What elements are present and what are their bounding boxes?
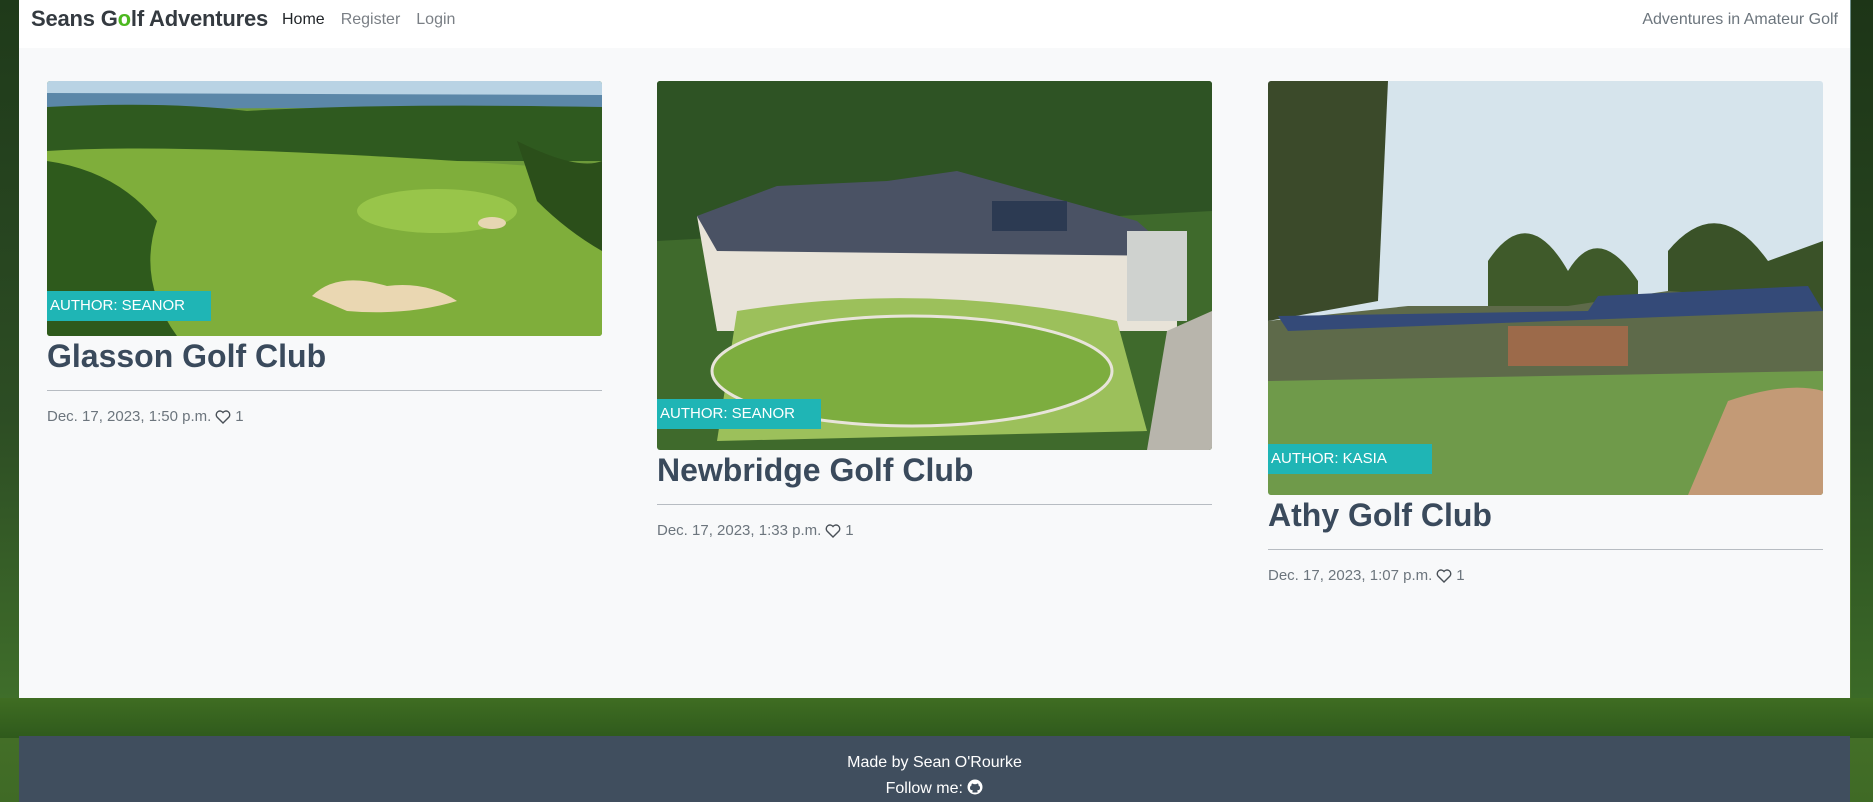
site-tagline: Adventures in Amateur Golf <box>1642 11 1838 28</box>
post-card[interactable]: AUTHOR: KASIA Athy Golf Club Dec. 17, 20… <box>1268 81 1823 584</box>
like-count: 1 <box>235 408 244 425</box>
heart-icon[interactable] <box>215 409 231 425</box>
main-container: Seans Golf Adventures Home Register Logi… <box>19 0 1850 698</box>
like-count: 1 <box>1456 567 1465 584</box>
like-count: 1 <box>845 522 854 539</box>
author-badge: AUTHOR: SEANOR <box>47 291 211 321</box>
nav-home[interactable]: Home <box>282 11 325 29</box>
heart-icon[interactable] <box>825 523 841 539</box>
post-title[interactable]: Newbridge Golf Club <box>657 450 1212 490</box>
footer: Made by Sean O'Rourke Follow me: <box>19 736 1850 802</box>
background-trees-right <box>1851 0 1873 700</box>
author-badge: AUTHOR: KASIA <box>1268 444 1432 474</box>
post-image[interactable]: AUTHOR: SEANOR <box>657 81 1212 450</box>
post-date: Dec. 17, 2023, 1:33 p.m. <box>657 522 822 539</box>
background-trees-left <box>0 0 19 700</box>
post-title[interactable]: Athy Golf Club <box>1268 495 1823 535</box>
post-title[interactable]: Glasson Golf Club <box>47 336 602 376</box>
divider <box>657 504 1212 505</box>
post-image[interactable]: AUTHOR: SEANOR <box>47 81 602 336</box>
post-date: Dec. 17, 2023, 1:50 p.m. <box>47 408 212 425</box>
heart-icon[interactable] <box>1436 568 1452 584</box>
nav-links: Home Register Login <box>282 11 455 29</box>
footer-credit: Made by Sean O'Rourke <box>847 754 1022 771</box>
author-badge: AUTHOR: SEANOR <box>657 399 821 429</box>
footer-follow: Follow me: <box>19 779 1850 798</box>
post-card[interactable]: AUTHOR: SEANOR Newbridge Golf Club Dec. … <box>657 81 1212 539</box>
nav-login[interactable]: Login <box>416 11 455 29</box>
divider <box>1268 549 1823 550</box>
post-image[interactable]: AUTHOR: KASIA <box>1268 81 1823 495</box>
post-date: Dec. 17, 2023, 1:07 p.m. <box>1268 567 1433 584</box>
divider <box>47 390 602 391</box>
post-meta: Dec. 17, 2023, 1:33 p.m. 1 <box>657 522 1212 539</box>
background-fairway <box>0 698 1873 738</box>
brand-logo[interactable]: Seans Golf Adventures <box>31 6 268 32</box>
post-meta: Dec. 17, 2023, 1:07 p.m. 1 <box>1268 567 1823 584</box>
navbar: Seans Golf Adventures Home Register Logi… <box>19 0 1850 48</box>
post-meta: Dec. 17, 2023, 1:50 p.m. 1 <box>47 408 602 425</box>
nav-register[interactable]: Register <box>341 11 401 29</box>
follow-label: Follow me: <box>885 780 963 797</box>
post-card[interactable]: AUTHOR: SEANOR Glasson Golf Club Dec. 17… <box>47 81 602 425</box>
github-icon[interactable] <box>967 779 983 795</box>
